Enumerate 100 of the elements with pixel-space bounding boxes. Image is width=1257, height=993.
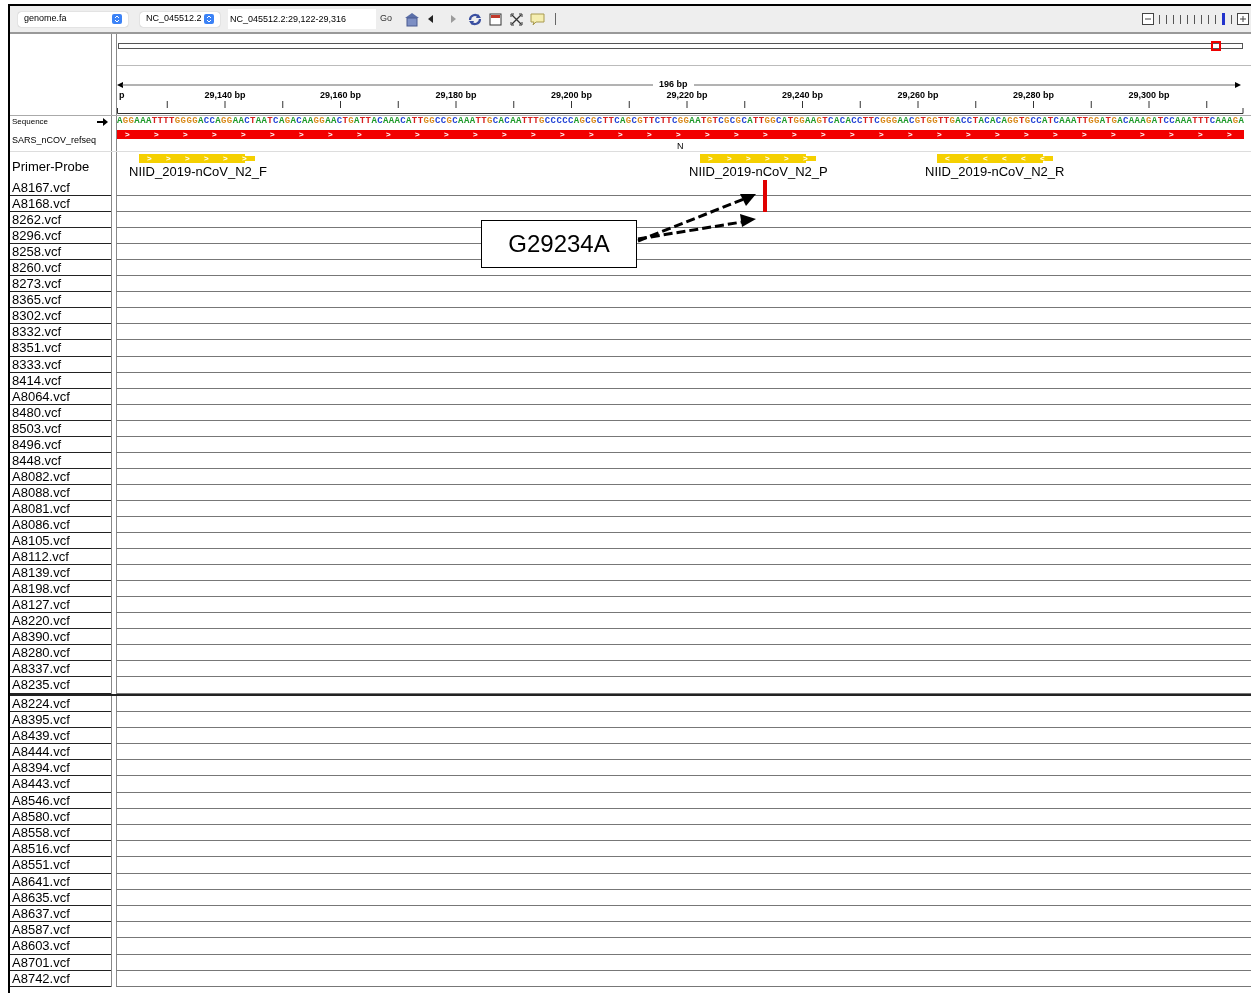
track-name: Primer-Probe [12,158,90,176]
strand-chevron: > [821,130,826,139]
strand-chevron: < [983,154,988,163]
strand-chevron: > [223,154,228,163]
strand-chevron: > [1111,130,1116,139]
track-name: 8260.vcf [10,260,111,277]
track-name: A8742.vcf [10,970,111,987]
strand-chevron: > [676,130,681,139]
strand-chevron: > [966,130,971,139]
track-name: A8546.vcf [10,792,111,809]
strand-chevron: > [242,154,247,163]
strand-chevron: > [1024,130,1029,139]
strand-chevron: > [183,130,188,139]
ruler-tick-label: 29,200 bp [550,90,593,100]
ruler-tick-label: 29,180 bp [434,90,478,100]
locus-field[interactable]: NC_045512.2:29,122-29,316 [228,9,376,29]
track-name: A8235.vcf [10,677,111,694]
strand-chevron: > [618,130,623,139]
strand-chevron: > [746,154,751,163]
strand-chevron: > [850,130,855,139]
strand-arrow-icon[interactable] [97,118,108,126]
strand-chevron: > [473,130,478,139]
zoom-in-icon[interactable] [1237,13,1249,25]
refresh-icon[interactable] [467,11,482,27]
track-name: A8167.vcf [10,180,111,197]
strand-chevron: > [212,130,217,139]
strand-chevron: < [1002,154,1007,163]
home-icon[interactable] [404,11,419,27]
track-name: 8503.vcf [10,420,111,437]
feature-label: NIID_2019-nCoV_N2_P [689,164,828,179]
zoom-thumb[interactable] [1222,13,1225,25]
track-name: A8105.vcf [10,533,111,550]
strand-chevron: > [937,130,942,139]
strand-chevron: > [502,130,507,139]
strand-chevron: > [328,130,333,139]
track-name: 8496.vcf [10,436,111,453]
track-name: A8641.vcf [10,873,111,890]
annotation-tooltip: G29234A [481,220,637,268]
zoom-out-icon[interactable] [1142,13,1154,25]
ruler-tick-label: 29,280 bp [1012,90,1055,100]
chromosome-dropdown[interactable]: NC_045512.2 [140,11,220,27]
stepper-icon [112,14,122,24]
track-name: A8390.vcf [10,629,111,646]
track-name: A8086.vcf [10,517,111,534]
strand-chevron: > [125,130,130,139]
track-name: A8337.vcf [10,661,111,678]
track-name: A8082.vcf [10,468,111,485]
track-name: 8332.vcf [10,324,111,341]
strand-chevron: > [147,154,152,163]
strand-chevron: > [908,130,913,139]
strand-chevron: > [1198,130,1203,139]
strand-chevron: < [964,154,969,163]
track-name: A8587.vcf [10,922,111,939]
strand-chevron: > [270,130,275,139]
strand-chevron: > [705,130,710,139]
strand-chevron: > [444,130,449,139]
track-name: A8516.vcf [10,841,111,858]
track-name: 8365.vcf [10,292,111,309]
track-name: A8394.vcf [10,760,111,777]
track-name: 8480.vcf [10,404,111,421]
strand-chevron: < [1021,154,1026,163]
strand-chevron: > [1140,130,1145,139]
strand-chevron: > [803,154,808,163]
ruler-tick-label: 29,140 bp [203,90,247,100]
track-name: A8139.vcf [10,565,111,582]
zoom-slider[interactable] [1159,13,1232,25]
ruler-tick-label: 29,220 bp [665,90,709,100]
track-name: 8448.vcf [10,452,111,469]
track-name: Sequence [12,116,49,128]
track-name: A8580.vcf [10,808,111,825]
ruler-tick-label: 29,160 bp [319,90,362,100]
fit-cross-icon[interactable] [509,11,524,27]
track-name: 8262.vcf [10,212,111,229]
strand-chevron: > [241,130,246,139]
track-name: A8395.vcf [10,711,111,728]
span-label: 196 bp [658,78,689,91]
track-name: A8112.vcf [10,549,111,566]
track-name: 8296.vcf [10,228,111,245]
strand-chevron: > [792,130,797,139]
go-button[interactable]: Go [378,12,394,26]
ruler-panel-icon[interactable] [488,11,503,27]
strand-chevron: > [166,154,171,163]
track-name: A8220.vcf [10,613,111,630]
strand-chevron: > [1169,130,1174,139]
strand-chevron: > [531,130,536,139]
feature-label: N [677,140,684,153]
strand-chevron: > [204,154,209,163]
track-name: A8439.vcf [10,727,111,745]
track-name: A8127.vcf [10,597,111,614]
track-name: A8081.vcf [10,500,111,517]
genome-dropdown[interactable]: genome.fa [18,11,128,27]
strand-chevron: > [734,130,739,139]
track-name: A8444.vcf [10,744,111,761]
strand-chevron: > [386,130,391,139]
track-name: A8088.vcf [10,484,111,501]
strand-chevron: > [995,130,1000,139]
ruler-tick-label: 29,240 bp [781,90,824,100]
strand-chevron: > [415,130,420,139]
ruler-tick-label: 29,300 bp [1127,90,1171,100]
track-name: A8198.vcf [10,581,111,598]
